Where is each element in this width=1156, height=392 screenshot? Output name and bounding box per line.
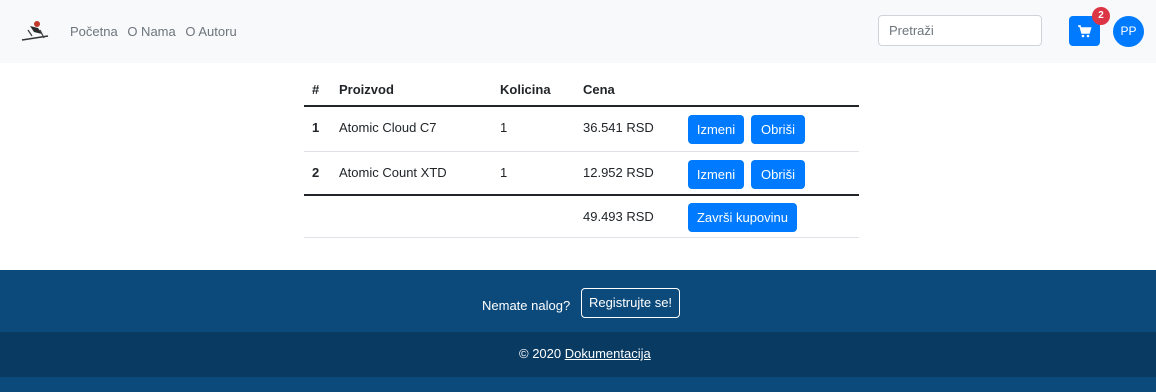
checkout-button[interactable]: Završi kupovinu bbox=[688, 203, 797, 232]
product-price: 36.541 RSD bbox=[583, 120, 654, 135]
table-row: 1 Atomic Cloud C7 1 36.541 RSD Izmeni Ob… bbox=[304, 107, 859, 152]
col-product-header: Proizvod bbox=[339, 82, 394, 97]
footer-bottom-strip bbox=[0, 377, 1156, 392]
product-qty: 1 bbox=[500, 165, 508, 180]
copyright-text: © 2020 Dokumentacija bbox=[519, 346, 651, 361]
col-num-header: # bbox=[312, 82, 320, 97]
cart-count-badge: 2 bbox=[1092, 7, 1110, 25]
product-name: Atomic Count XTD bbox=[339, 165, 447, 180]
product-name: Atomic Cloud C7 bbox=[339, 120, 437, 135]
delete-button[interactable]: Obriši bbox=[751, 160, 805, 189]
col-price-header: Cena bbox=[583, 82, 615, 97]
user-avatar[interactable]: PP bbox=[1113, 16, 1144, 47]
table-row: 2 Atomic Count XTD 1 12.952 RSD Izmeni O… bbox=[304, 152, 859, 196]
row-number: 2 bbox=[312, 165, 320, 180]
cart-icon bbox=[1078, 25, 1092, 38]
delete-button[interactable]: Obriši bbox=[751, 115, 805, 144]
skier-logo[interactable] bbox=[20, 18, 50, 44]
no-account-prompt: Nemate nalog? bbox=[482, 298, 571, 313]
edit-button[interactable]: Izmeni bbox=[688, 115, 744, 144]
nav-link-o-nama[interactable]: O Nama bbox=[127, 24, 175, 39]
table-header: # Proizvod Kolicina Cena bbox=[304, 72, 859, 107]
navbar: Početna O Nama O Autoru 2 PP bbox=[0, 0, 1156, 63]
total-row: 49.493 RSD Završi kupovinu bbox=[304, 196, 859, 238]
edit-button[interactable]: Izmeni bbox=[688, 160, 744, 189]
row-number: 1 bbox=[312, 120, 320, 135]
nav-link-o-autoru[interactable]: O Autoru bbox=[185, 24, 236, 39]
col-qty-header: Kolicina bbox=[500, 82, 551, 97]
copyright-label: © 2020 bbox=[519, 346, 565, 361]
nav-links: Početna O Nama O Autoru bbox=[70, 24, 243, 39]
register-button[interactable]: Registrujte se! bbox=[581, 288, 680, 318]
nav-link-pocetna[interactable]: Početna bbox=[70, 24, 118, 39]
product-qty: 1 bbox=[500, 120, 508, 135]
total-price: 49.493 RSD bbox=[583, 209, 654, 224]
search-input[interactable] bbox=[878, 15, 1042, 46]
product-price: 12.952 RSD bbox=[583, 165, 654, 180]
footer-register-section bbox=[0, 270, 1156, 332]
documentation-link[interactable]: Dokumentacija bbox=[565, 346, 651, 361]
